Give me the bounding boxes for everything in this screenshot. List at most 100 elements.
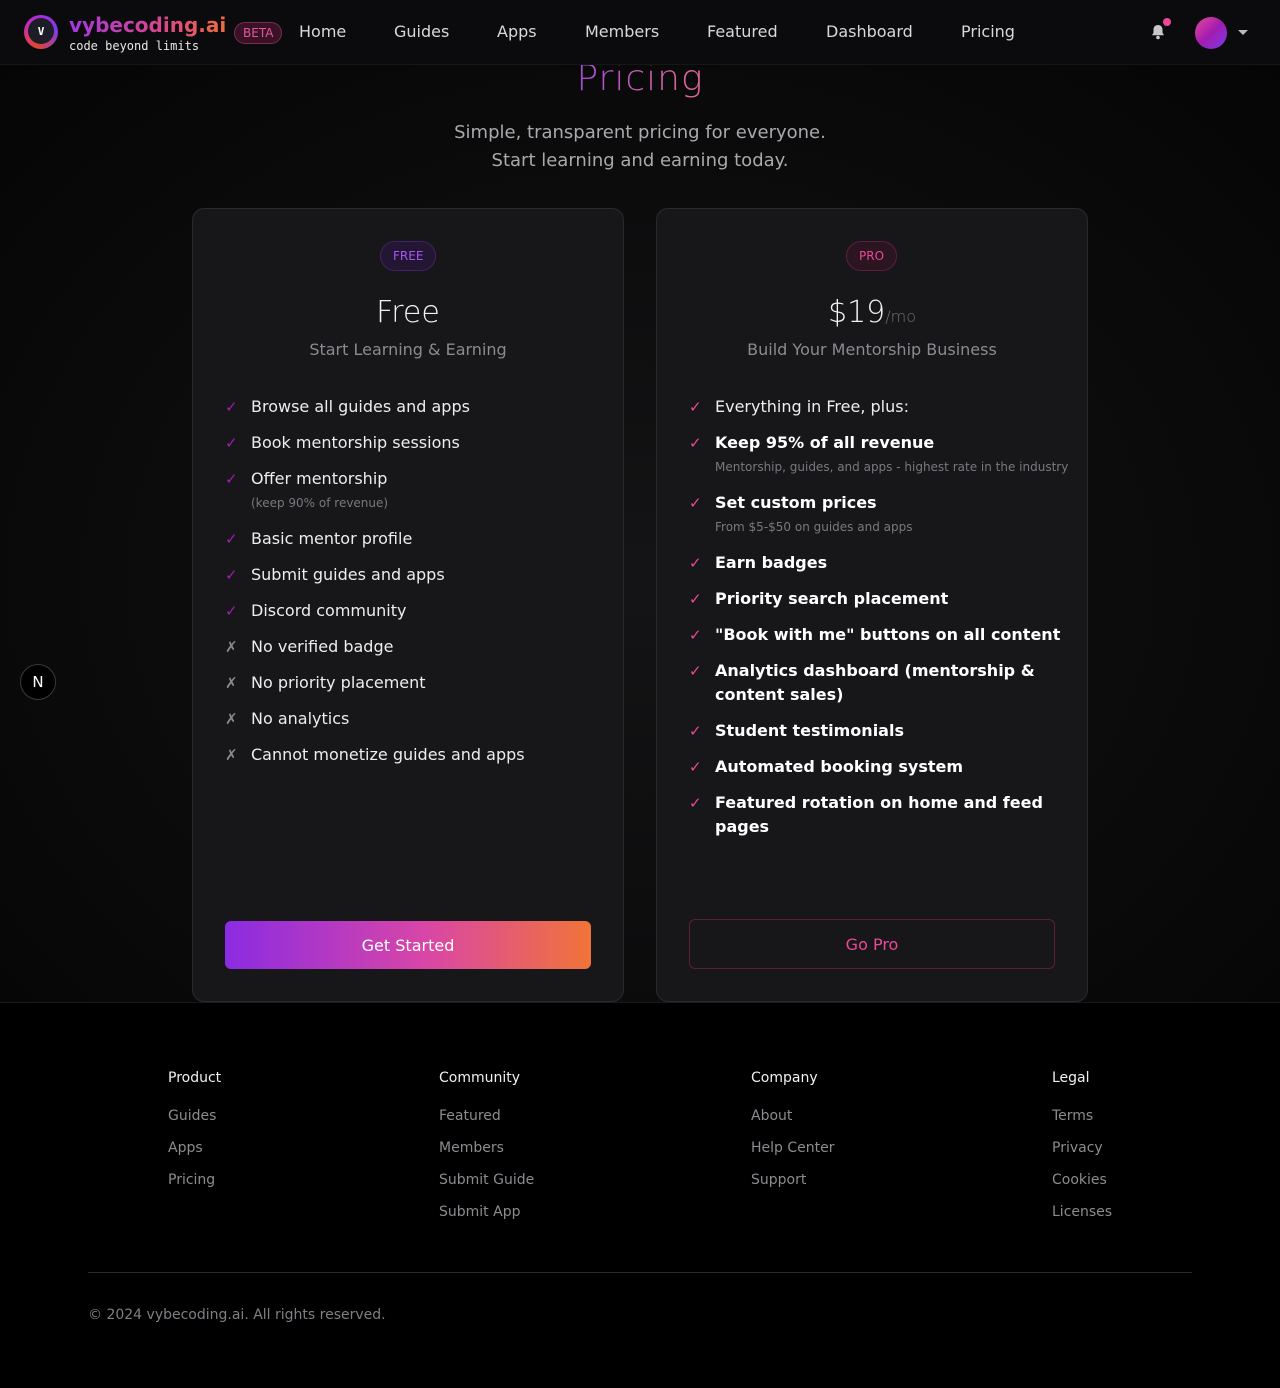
check-icon: ✓ bbox=[225, 530, 238, 548]
footer-divider bbox=[88, 1272, 1192, 1273]
check-icon: ✓ bbox=[689, 434, 702, 452]
feature-item: ✗ Cannot monetize guides and apps bbox=[225, 743, 605, 767]
check-icon: ✓ bbox=[225, 602, 238, 620]
feature-item: ✓ Submit guides and apps bbox=[225, 563, 605, 587]
x-icon: ✗ bbox=[225, 638, 238, 656]
feature-item: ✓ Automated booking system bbox=[689, 755, 1069, 779]
check-icon: ✓ bbox=[689, 758, 702, 776]
notification-dot bbox=[1163, 18, 1171, 26]
check-icon: ✓ bbox=[689, 554, 702, 572]
brand-name[interactable]: vybecoding.ai bbox=[69, 12, 226, 38]
feature-text: Offer mentorship bbox=[251, 469, 388, 488]
nav-pricing[interactable]: Pricing bbox=[961, 22, 1015, 42]
feature-item: ✓ Priority search placement bbox=[689, 587, 1069, 611]
feature-text: Featured rotation on home and feed pages bbox=[715, 793, 1043, 836]
feature-text: "Book with me" buttons on all content bbox=[715, 625, 1061, 644]
footer-link-support[interactable]: Support bbox=[751, 1171, 835, 1189]
subtitle-line-2: Start learning and earning today. bbox=[491, 150, 789, 171]
free-plan-subtitle: Start Learning & Earning bbox=[309, 340, 507, 359]
footer-heading: Community bbox=[439, 1070, 521, 1086]
nav-guides[interactable]: Guides bbox=[394, 22, 449, 42]
pro-price-period: /mo bbox=[885, 307, 917, 326]
next-badge-icon[interactable]: N bbox=[20, 664, 56, 700]
pro-feature-list: ✓ Everything in Free, plus: ✓ Keep 95% of a… bbox=[689, 395, 1069, 851]
chevron-down-icon[interactable] bbox=[1238, 30, 1248, 35]
footer-link-submit-guide[interactable]: Submit Guide bbox=[439, 1171, 534, 1189]
footer-link-licenses[interactable]: Licenses bbox=[1052, 1203, 1112, 1221]
footer-link-cookies[interactable]: Cookies bbox=[1052, 1171, 1112, 1189]
feature-item: ✗ No analytics bbox=[225, 707, 605, 731]
feature-text: Analytics dashboard (mentorship & conten… bbox=[715, 661, 1035, 704]
footer-link-terms[interactable]: Terms bbox=[1052, 1107, 1112, 1125]
footer-link-guides[interactable]: Guides bbox=[168, 1107, 221, 1125]
footer-link-help-center[interactable]: Help Center bbox=[751, 1139, 835, 1157]
check-icon: ✓ bbox=[689, 590, 702, 608]
footer-link-submit-app[interactable]: Submit App bbox=[439, 1203, 534, 1221]
logo-icon[interactable]: V bbox=[24, 15, 58, 49]
feature-text: Priority search placement bbox=[715, 589, 949, 608]
feature-item: ✓ Book mentorship sessions bbox=[225, 431, 605, 455]
feature-text: Earn badges bbox=[715, 553, 828, 572]
feature-item: ✓ Keep 95% of all revenue Mentorship, guid… bbox=[689, 431, 1069, 479]
footer: Product Guides Apps Pricing Community Fe… bbox=[0, 1002, 1280, 1388]
footer-col-company: Company About Help Center Support bbox=[751, 1069, 835, 1203]
feature-item: ✓ Basic mentor profile bbox=[225, 527, 605, 551]
nav-featured[interactable]: Featured bbox=[707, 22, 778, 42]
feature-text: Everything in Free, plus: bbox=[715, 397, 909, 416]
free-price: Free bbox=[376, 295, 440, 330]
go-pro-button[interactable]: Go Pro bbox=[689, 919, 1055, 969]
feature-text: Student testimonials bbox=[715, 721, 904, 740]
feature-item: ✓ Browse all guides and apps bbox=[225, 395, 605, 419]
check-icon: ✓ bbox=[225, 398, 238, 416]
feature-item: ✗ No verified badge bbox=[225, 635, 605, 659]
beta-badge: BETA bbox=[234, 22, 283, 44]
top-nav: V vybecoding.ai code beyond limits BETA … bbox=[0, 0, 1280, 65]
check-icon: ✓ bbox=[689, 398, 702, 416]
free-badge: FREE bbox=[380, 241, 437, 271]
pro-price-amount: $19 bbox=[827, 295, 886, 330]
feature-text: Submit guides and apps bbox=[251, 565, 445, 584]
feature-item: ✓ Everything in Free, plus: bbox=[689, 395, 1069, 419]
feature-item: ✓ Discord community bbox=[225, 599, 605, 623]
footer-heading: Company bbox=[751, 1070, 818, 1086]
feature-text: No priority placement bbox=[251, 673, 426, 692]
check-icon: ✓ bbox=[225, 434, 238, 452]
feature-note: (keep 90% of revenue) bbox=[251, 496, 389, 510]
x-icon: ✗ bbox=[225, 710, 238, 728]
footer-link-members[interactable]: Members bbox=[439, 1139, 534, 1157]
feature-text: Browse all guides and apps bbox=[251, 397, 470, 416]
nav-home[interactable]: Home bbox=[299, 22, 346, 42]
footer-link-apps[interactable]: Apps bbox=[168, 1139, 221, 1157]
get-started-button[interactable]: Get Started bbox=[225, 921, 591, 969]
footer-col-community: Community Featured Members Submit Guide … bbox=[439, 1069, 534, 1235]
feature-text: Set custom prices bbox=[715, 493, 877, 512]
footer-link-privacy[interactable]: Privacy bbox=[1052, 1139, 1112, 1157]
feature-text: Basic mentor profile bbox=[251, 529, 413, 548]
free-feature-list: ✓ Browse all guides and apps ✓ Book mentors… bbox=[225, 395, 605, 779]
free-plan-card: FREE Free Start Learning & Earning ✓ Brow… bbox=[192, 208, 624, 1002]
nav-members[interactable]: Members bbox=[585, 22, 659, 42]
check-icon: ✓ bbox=[225, 566, 238, 584]
check-icon: ✓ bbox=[225, 470, 238, 488]
footer-heading: Legal bbox=[1052, 1070, 1090, 1086]
feature-item: ✓ Student testimonials bbox=[689, 719, 1069, 743]
feature-note: From $5-$50 on guides and apps bbox=[715, 520, 913, 534]
pro-badge: PRO bbox=[846, 241, 898, 271]
feature-item: ✓ Featured rotation on home and feed page… bbox=[689, 791, 1069, 839]
footer-link-featured[interactable]: Featured bbox=[439, 1107, 534, 1125]
nav-apps[interactable]: Apps bbox=[497, 22, 537, 42]
feature-text: No verified badge bbox=[251, 637, 394, 656]
pro-plan-subtitle: Build Your Mentorship Business bbox=[747, 340, 997, 359]
footer-link-about[interactable]: About bbox=[751, 1107, 835, 1125]
brand-tagline: code beyond limits bbox=[69, 39, 200, 53]
avatar[interactable] bbox=[1195, 17, 1227, 49]
check-icon: ✓ bbox=[689, 662, 702, 680]
pro-plan-card: PRO $19/mo Build Your Mentorship Busines… bbox=[656, 208, 1088, 1002]
footer-heading: Product bbox=[168, 1070, 222, 1086]
footer-link-pricing[interactable]: Pricing bbox=[168, 1171, 221, 1189]
footer-col-product: Product Guides Apps Pricing bbox=[168, 1069, 221, 1203]
feature-note: Mentorship, guides, and apps - highest r… bbox=[715, 460, 1069, 474]
nav-dashboard[interactable]: Dashboard bbox=[826, 22, 913, 42]
x-icon: ✗ bbox=[225, 674, 238, 692]
subtitle-line-1: Simple, transparent pricing for everyone… bbox=[454, 122, 826, 143]
